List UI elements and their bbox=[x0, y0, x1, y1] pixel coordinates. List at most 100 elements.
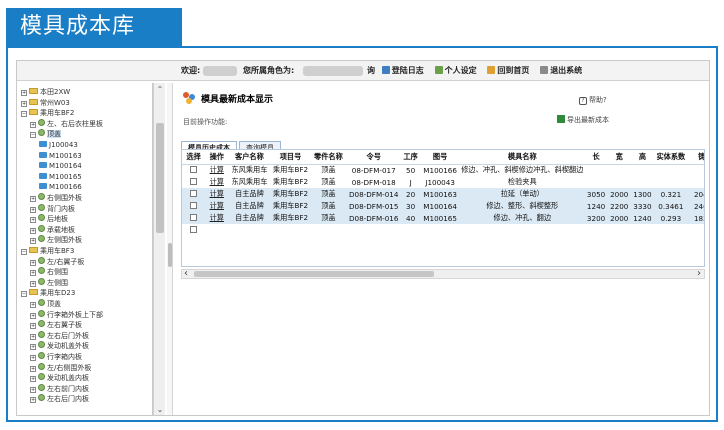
table-row[interactable]: 计算 自主品牌 乘用车BF2 顶盖 D08-DFM-015 30 M100164 修边、整形、… bbox=[182, 200, 704, 212]
expand-toggle-icon[interactable]: + bbox=[30, 280, 36, 287]
calculate-link-text[interactable]: 计算 bbox=[210, 177, 224, 186]
logout-link[interactable]: 退出系统 bbox=[540, 66, 586, 75]
sidebar-item[interactable]: + 顶盖 bbox=[30, 299, 61, 309]
sidebar-item[interactable]: + 左右后门外板 bbox=[30, 330, 89, 341]
login-log-link[interactable]: 登陆日志 bbox=[381, 66, 428, 75]
splitter-grip[interactable] bbox=[168, 243, 172, 267]
sidebar-item[interactable]: + 发动机盖内板 bbox=[30, 373, 89, 383]
expand-toggle-icon[interactable]: + bbox=[21, 100, 27, 107]
expand-toggle-icon[interactable]: + bbox=[30, 386, 36, 393]
column-header[interactable]: 选择 bbox=[182, 150, 206, 165]
row-checkbox-cell[interactable] bbox=[182, 200, 206, 212]
column-header[interactable]: 操作 bbox=[205, 150, 229, 165]
sidebar-item[interactable]: M100163 bbox=[39, 151, 82, 161]
row-checkbox[interactable] bbox=[190, 225, 198, 233]
grid-horizontal-scrollbar[interactable]: ‹ › bbox=[181, 268, 705, 279]
row-checkbox[interactable] bbox=[190, 165, 198, 173]
help-button[interactable]: ? 帮助? bbox=[579, 95, 607, 105]
panel-splitter[interactable] bbox=[167, 83, 173, 415]
sidebar-item[interactable]: M100165 bbox=[39, 172, 82, 182]
column-header[interactable]: 高 bbox=[630, 150, 654, 165]
expand-toggle-icon[interactable]: − bbox=[30, 132, 36, 139]
sidebar-item[interactable]: + 行李箱内板 bbox=[30, 352, 82, 362]
sidebar-item[interactable]: + 承载地板 bbox=[30, 224, 75, 235]
expand-toggle-icon[interactable]: + bbox=[30, 323, 36, 330]
sidebar-item[interactable]: + 左侧围 bbox=[30, 277, 68, 288]
calculate-link-text[interactable]: 计算 bbox=[210, 189, 224, 198]
scroll-up-icon[interactable]: ⌃ bbox=[155, 85, 165, 95]
row-checkbox[interactable] bbox=[190, 189, 198, 197]
scroll-down-icon[interactable]: ⌄ bbox=[155, 405, 165, 415]
column-header[interactable]: 实体系数 bbox=[654, 150, 688, 165]
calculate-link-text[interactable]: 计算 bbox=[210, 213, 224, 222]
sidebar-item[interactable]: − 乘用车BF3 bbox=[21, 246, 74, 256]
column-header[interactable]: 图号 bbox=[420, 150, 461, 165]
sidebar-item[interactable]: + 左右翼子板 bbox=[30, 320, 82, 330]
expand-toggle-icon[interactable]: + bbox=[30, 365, 36, 372]
column-header[interactable]: 零件名称 bbox=[310, 150, 347, 165]
row-checkbox-cell[interactable] bbox=[182, 212, 206, 224]
calculate-link-text[interactable]: 计算 bbox=[210, 201, 224, 210]
expand-toggle-icon[interactable]: + bbox=[30, 344, 36, 351]
sidebar-item[interactable]: M100166 bbox=[39, 182, 82, 192]
home-link[interactable]: 回到首页 bbox=[487, 66, 533, 75]
expand-toggle-icon[interactable]: + bbox=[21, 90, 27, 96]
row-checkbox[interactable] bbox=[190, 177, 198, 185]
table-row[interactable]: 计算 自主品牌 乘用车BF2 顶盖 D08-DFM-016 40 M100165 修边、冲孔、… bbox=[182, 212, 704, 224]
expand-toggle-icon[interactable]: + bbox=[30, 397, 36, 404]
sidebar-item[interactable]: + 本田2XW bbox=[21, 87, 70, 97]
sidebar-item[interactable]: + 右侧围 bbox=[30, 267, 68, 277]
column-header[interactable]: 宽 bbox=[607, 150, 631, 165]
sidebar-item[interactable]: + 常州W03 bbox=[21, 98, 70, 108]
sidebar-item[interactable]: + 左/右翼子板 bbox=[30, 256, 84, 267]
table-row[interactable]: 计算 东风乘用车 乘用车BF2 顶盖 08-DFM-017 50 M100166 修边、冲孔、… bbox=[182, 164, 704, 176]
scroll-thumb[interactable] bbox=[156, 123, 164, 233]
expand-toggle-icon[interactable]: + bbox=[30, 227, 36, 234]
table-row-empty[interactable] bbox=[182, 224, 704, 236]
expand-toggle-icon[interactable]: + bbox=[30, 355, 36, 361]
sidebar-item[interactable]: + 左右前门内板 bbox=[30, 383, 89, 394]
column-header[interactable]: 工序 bbox=[401, 150, 421, 165]
sidebar-item[interactable]: + 左、右后衣柱里板 bbox=[30, 118, 103, 129]
calculate-link[interactable]: 计算 bbox=[205, 212, 229, 224]
personal-settings-link[interactable]: 个人设定 bbox=[434, 66, 481, 75]
expand-toggle-icon[interactable]: + bbox=[30, 312, 36, 319]
expand-toggle-icon[interactable]: + bbox=[30, 270, 36, 277]
sidebar-item[interactable]: J100043 bbox=[39, 140, 78, 150]
calculate-link[interactable]: 计算 bbox=[205, 176, 229, 188]
calculate-link[interactable]: 计算 bbox=[205, 200, 229, 212]
calculate-link[interactable]: 计算 bbox=[205, 188, 229, 200]
expand-toggle-icon[interactable]: + bbox=[30, 238, 36, 245]
sidebar-scrollbar[interactable]: ⌃ ⌄ bbox=[153, 83, 165, 415]
expand-toggle-icon[interactable]: + bbox=[30, 121, 36, 128]
hscroll-thumb[interactable] bbox=[194, 271, 434, 277]
row-checkbox-cell[interactable] bbox=[182, 164, 206, 176]
column-header[interactable]: 项目号 bbox=[270, 150, 311, 165]
sidebar-item[interactable]: − 顶盖 bbox=[30, 129, 61, 139]
scroll-right-icon[interactable]: › bbox=[697, 268, 701, 279]
sidebar-item[interactable]: M100164 bbox=[39, 161, 82, 171]
row-checkbox-cell[interactable] bbox=[182, 224, 205, 236]
expand-toggle-icon[interactable]: + bbox=[30, 217, 36, 224]
expand-toggle-icon[interactable]: + bbox=[30, 376, 36, 383]
expand-toggle-icon[interactable]: + bbox=[30, 302, 36, 308]
table-row[interactable]: 计算 自主品牌 乘用车BF2 顶盖 D08-DFM-014 20 M100163 拉延（单动）… bbox=[182, 188, 704, 200]
column-header[interactable]: 长 bbox=[584, 150, 608, 165]
expand-toggle-icon[interactable]: − bbox=[21, 249, 27, 255]
expand-toggle-icon[interactable]: + bbox=[30, 259, 36, 266]
calculate-link[interactable]: 计算 bbox=[205, 164, 229, 176]
column-header[interactable]: 铸件重 bbox=[687, 150, 704, 165]
scroll-left-icon[interactable]: ‹ bbox=[184, 268, 188, 279]
expand-toggle-icon[interactable]: + bbox=[30, 333, 36, 340]
sidebar-item[interactable]: − 乘用车D23 bbox=[21, 288, 75, 298]
table-row[interactable]: 计算 东风乘用车 乘用车BF2 顶盖 08-DFM-018 J J100043 检验夹具 bbox=[182, 176, 704, 188]
column-header[interactable]: 模具名称 bbox=[460, 150, 585, 165]
sidebar-item[interactable]: + 左右后门内板 bbox=[30, 394, 89, 404]
sidebar-item[interactable]: − 乘用车BF2 bbox=[21, 108, 74, 118]
column-header[interactable]: 令号 bbox=[346, 150, 402, 165]
row-checkbox[interactable] bbox=[190, 201, 198, 209]
sidebar-item[interactable]: + 背门内板 bbox=[30, 203, 75, 214]
sidebar-item[interactable]: + 发动机盖外板 bbox=[30, 341, 89, 351]
column-header[interactable]: 客户名称 bbox=[228, 150, 271, 165]
expand-toggle-icon[interactable]: + bbox=[30, 206, 36, 213]
